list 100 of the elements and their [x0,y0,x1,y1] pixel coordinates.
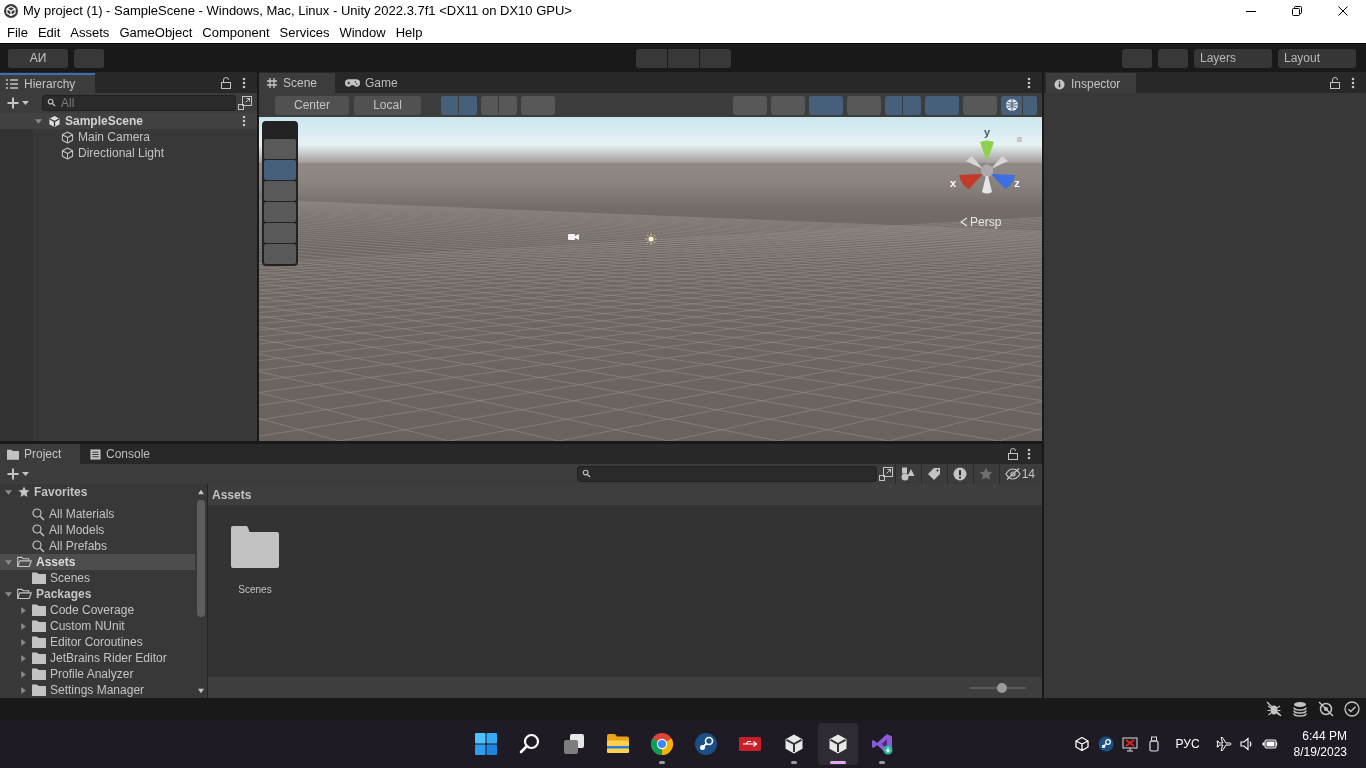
layout-dropdown[interactable]: Layout [1278,48,1356,68]
close-icon[interactable] [1338,6,1348,16]
cube-icon[interactable] [1073,736,1090,752]
tab[interactable]: Hierarchy [0,73,95,93]
toggle-button[interactable] [441,95,458,115]
scroll-down-icon[interactable] [197,688,205,694]
axis-cone[interactable] [982,176,992,194]
caret-icon[interactable] [22,101,29,105]
tab[interactable]: Console [82,444,159,464]
pivot-button[interactable]: Center [275,95,349,115]
tree-item[interactable]: Scenes [0,570,195,586]
account-button[interactable]: АИ [8,48,68,68]
circle-logo-icon[interactable] [1097,736,1114,752]
caret-right-icon[interactable] [19,637,28,647]
popout-icon[interactable] [237,96,252,110]
plus-icon[interactable] [7,468,19,480]
pivot-button[interactable]: Local [354,95,421,115]
more-icon[interactable] [1027,448,1031,460]
lock-icon[interactable] [1330,77,1340,89]
battery-icon[interactable] [1261,736,1278,752]
star-icon[interactable] [979,467,994,481]
toggle-button[interactable] [925,95,959,115]
toggle-button[interactable] [771,95,805,115]
toggle-button[interactable] [963,95,997,115]
popout-icon[interactable] [878,467,893,481]
language-indicator[interactable]: РУС [1175,735,1200,753]
tree-item[interactable]: JetBrains Rider Editor [0,650,195,666]
projection-label[interactable]: Persp [970,213,1002,231]
crossed-circle-icon[interactable] [1318,701,1334,717]
menu-item[interactable]: File [2,24,33,41]
menu-item[interactable]: Edit [32,24,66,41]
tree-item[interactable]: Favorites [0,484,195,500]
tree-item[interactable]: All Models [0,522,195,538]
scrollbar-thumb[interactable] [197,500,205,617]
airplane-icon[interactable] [1215,736,1232,752]
more-icon[interactable] [242,115,246,127]
caret-down-icon[interactable] [4,557,13,567]
toggle-button[interactable] [733,95,767,115]
hierarchy-item[interactable]: Main Camera [33,129,257,145]
tree-item[interactable]: All Materials [0,506,195,522]
toggle-button[interactable] [499,95,517,115]
tab[interactable]: Game [339,73,406,93]
more-icon[interactable] [1027,77,1031,89]
toggle-button[interactable] [481,95,498,115]
restore-icon[interactable] [1292,6,1302,16]
more-icon[interactable] [242,77,246,89]
center-cube[interactable] [981,164,993,178]
caret-icon[interactable] [22,472,29,476]
caret-right-icon[interactable] [19,653,28,663]
breadcrumb-item[interactable]: Assets [212,485,252,504]
taskbar-button[interactable] [818,723,858,765]
clock-date[interactable]: 8/19/2023 [1293,744,1347,760]
menu-item[interactable]: Window [334,24,391,41]
caret-right-icon[interactable] [19,685,28,695]
bug-crossed-icon[interactable] [1266,701,1282,717]
menu-item[interactable]: Help [390,24,428,41]
search-field[interactable]: All [42,95,236,111]
toggle-button[interactable] [521,95,555,115]
hierarchy-item[interactable]: Directional Light [33,145,257,161]
tree-item[interactable]: Profile Analyzer [0,666,195,682]
menu-item[interactable]: Assets [65,24,115,41]
chevron-left-icon[interactable] [960,217,968,227]
layers-dropdown[interactable]: Layers [1194,48,1272,68]
check-circle-icon[interactable] [1344,701,1360,717]
lock-icon[interactable] [221,77,231,89]
caret-right-icon[interactable] [19,669,28,679]
toggle-button[interactable] [885,95,902,115]
database-icon[interactable] [1292,701,1308,717]
tree-item[interactable]: Assets [0,554,195,570]
caret-down-icon[interactable] [4,589,13,599]
tab[interactable]: Scene [259,73,335,93]
eye-slash-icon[interactable] [1004,468,1021,480]
tree-item[interactable]: Editor Coroutines [0,634,195,650]
toggle-button[interactable] [847,95,881,115]
search-field[interactable] [576,466,877,482]
tree-item[interactable]: All Prefabs [0,538,195,554]
tree-item[interactable]: Custom NUnit [0,618,195,634]
slider-thumb[interactable] [997,682,1008,693]
toggle-button[interactable] [459,95,477,115]
caret-right-icon[interactable] [19,605,28,615]
light-gizmo-icon[interactable] [645,233,657,245]
folder-item[interactable]: Scenes [223,526,287,597]
warning-icon[interactable] [953,467,968,481]
zoom-slider[interactable] [970,682,1026,693]
plus-icon[interactable] [7,97,19,109]
toggle-button[interactable] [809,95,843,115]
camera-gizmo-icon[interactable] [568,232,579,240]
toggle-button[interactable] [1001,95,1022,115]
axis-cone[interactable] [991,156,1008,169]
tab[interactable]: Inspector [1046,73,1136,93]
type-filter-icon[interactable] [901,467,916,481]
tree-item[interactable]: Settings Manager [0,682,195,698]
menu-item[interactable]: Services [274,24,335,41]
tree-item[interactable]: Packages [0,586,195,602]
axis-cone[interactable] [966,156,983,169]
menu-item[interactable]: GameObject [114,24,198,41]
scroll-up-icon[interactable] [197,489,205,495]
tag-icon[interactable] [927,467,942,481]
more-icon[interactable] [1351,77,1355,89]
caret-down-icon[interactable] [4,487,13,497]
